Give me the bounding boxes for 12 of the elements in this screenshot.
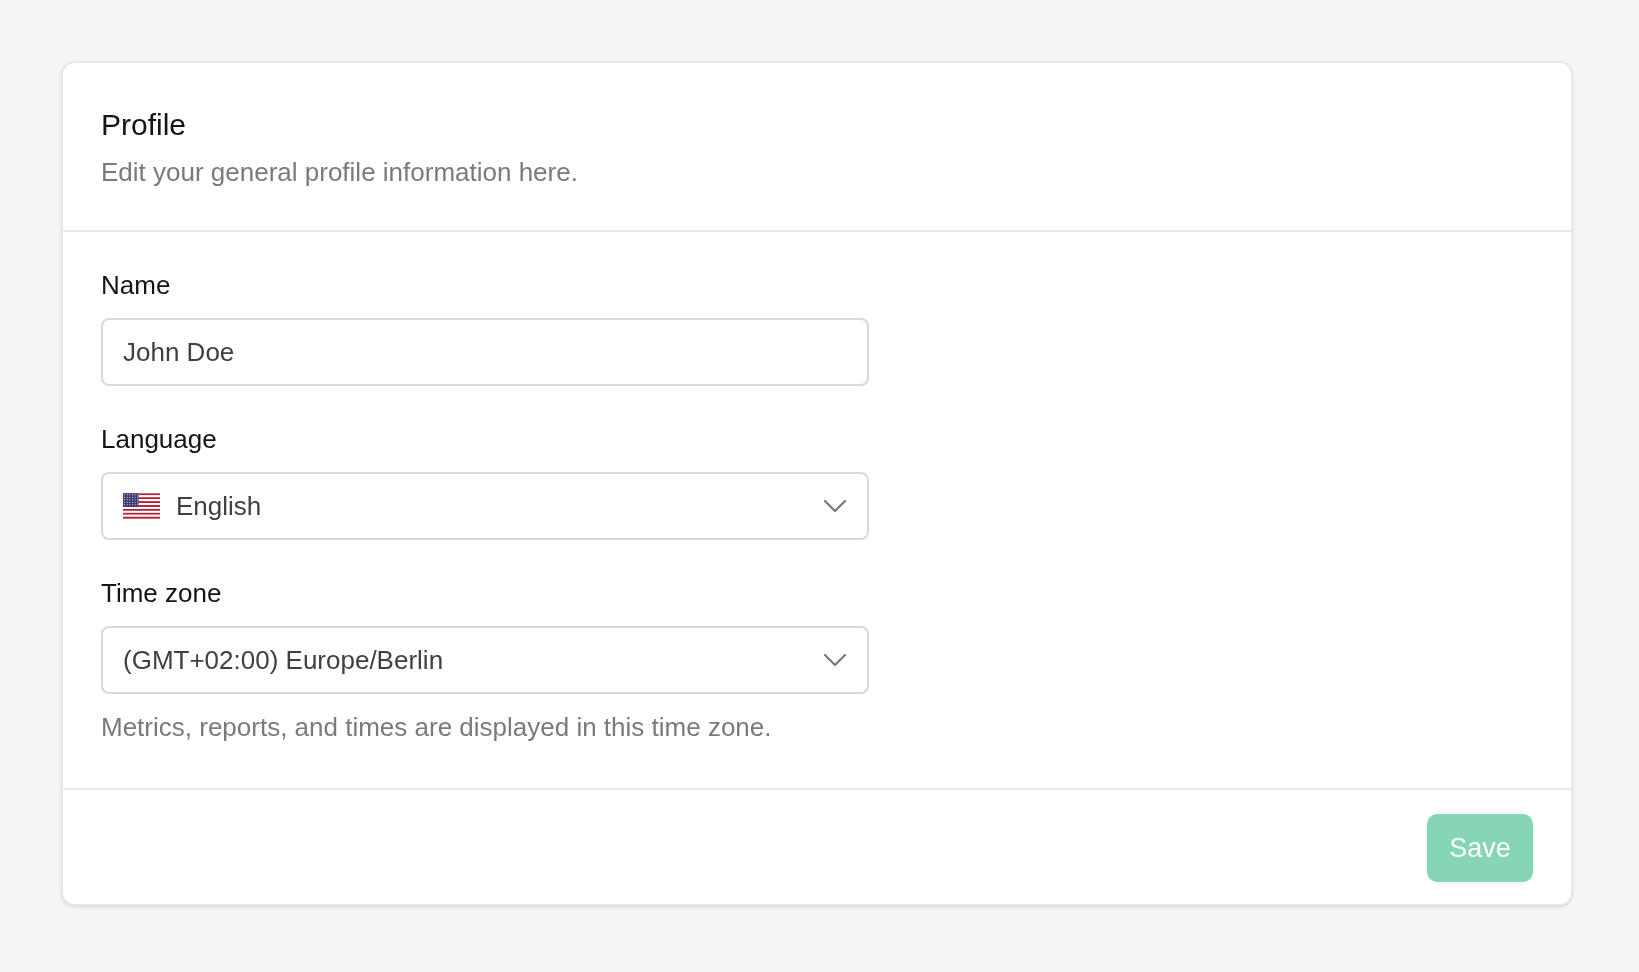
language-select[interactable]: English	[101, 472, 869, 540]
field-label: Name	[101, 269, 171, 301]
card-subtitle: Edit your general profile information here.	[101, 156, 578, 189]
field-label: Language	[101, 423, 217, 455]
help-text: Metrics, reports, and times are displayed in this time zone.	[101, 711, 772, 743]
field-label: Time zone	[101, 577, 222, 609]
name-input[interactable]: John Doe	[101, 318, 869, 386]
time-zone-select[interactable]: (GMT+02:00) Europe/Berlin	[101, 626, 869, 694]
chevron-down-icon	[823, 499, 847, 513]
flag-icon	[123, 493, 160, 519]
chevron-down-icon	[823, 653, 847, 667]
card-title: Profile	[101, 107, 187, 143]
